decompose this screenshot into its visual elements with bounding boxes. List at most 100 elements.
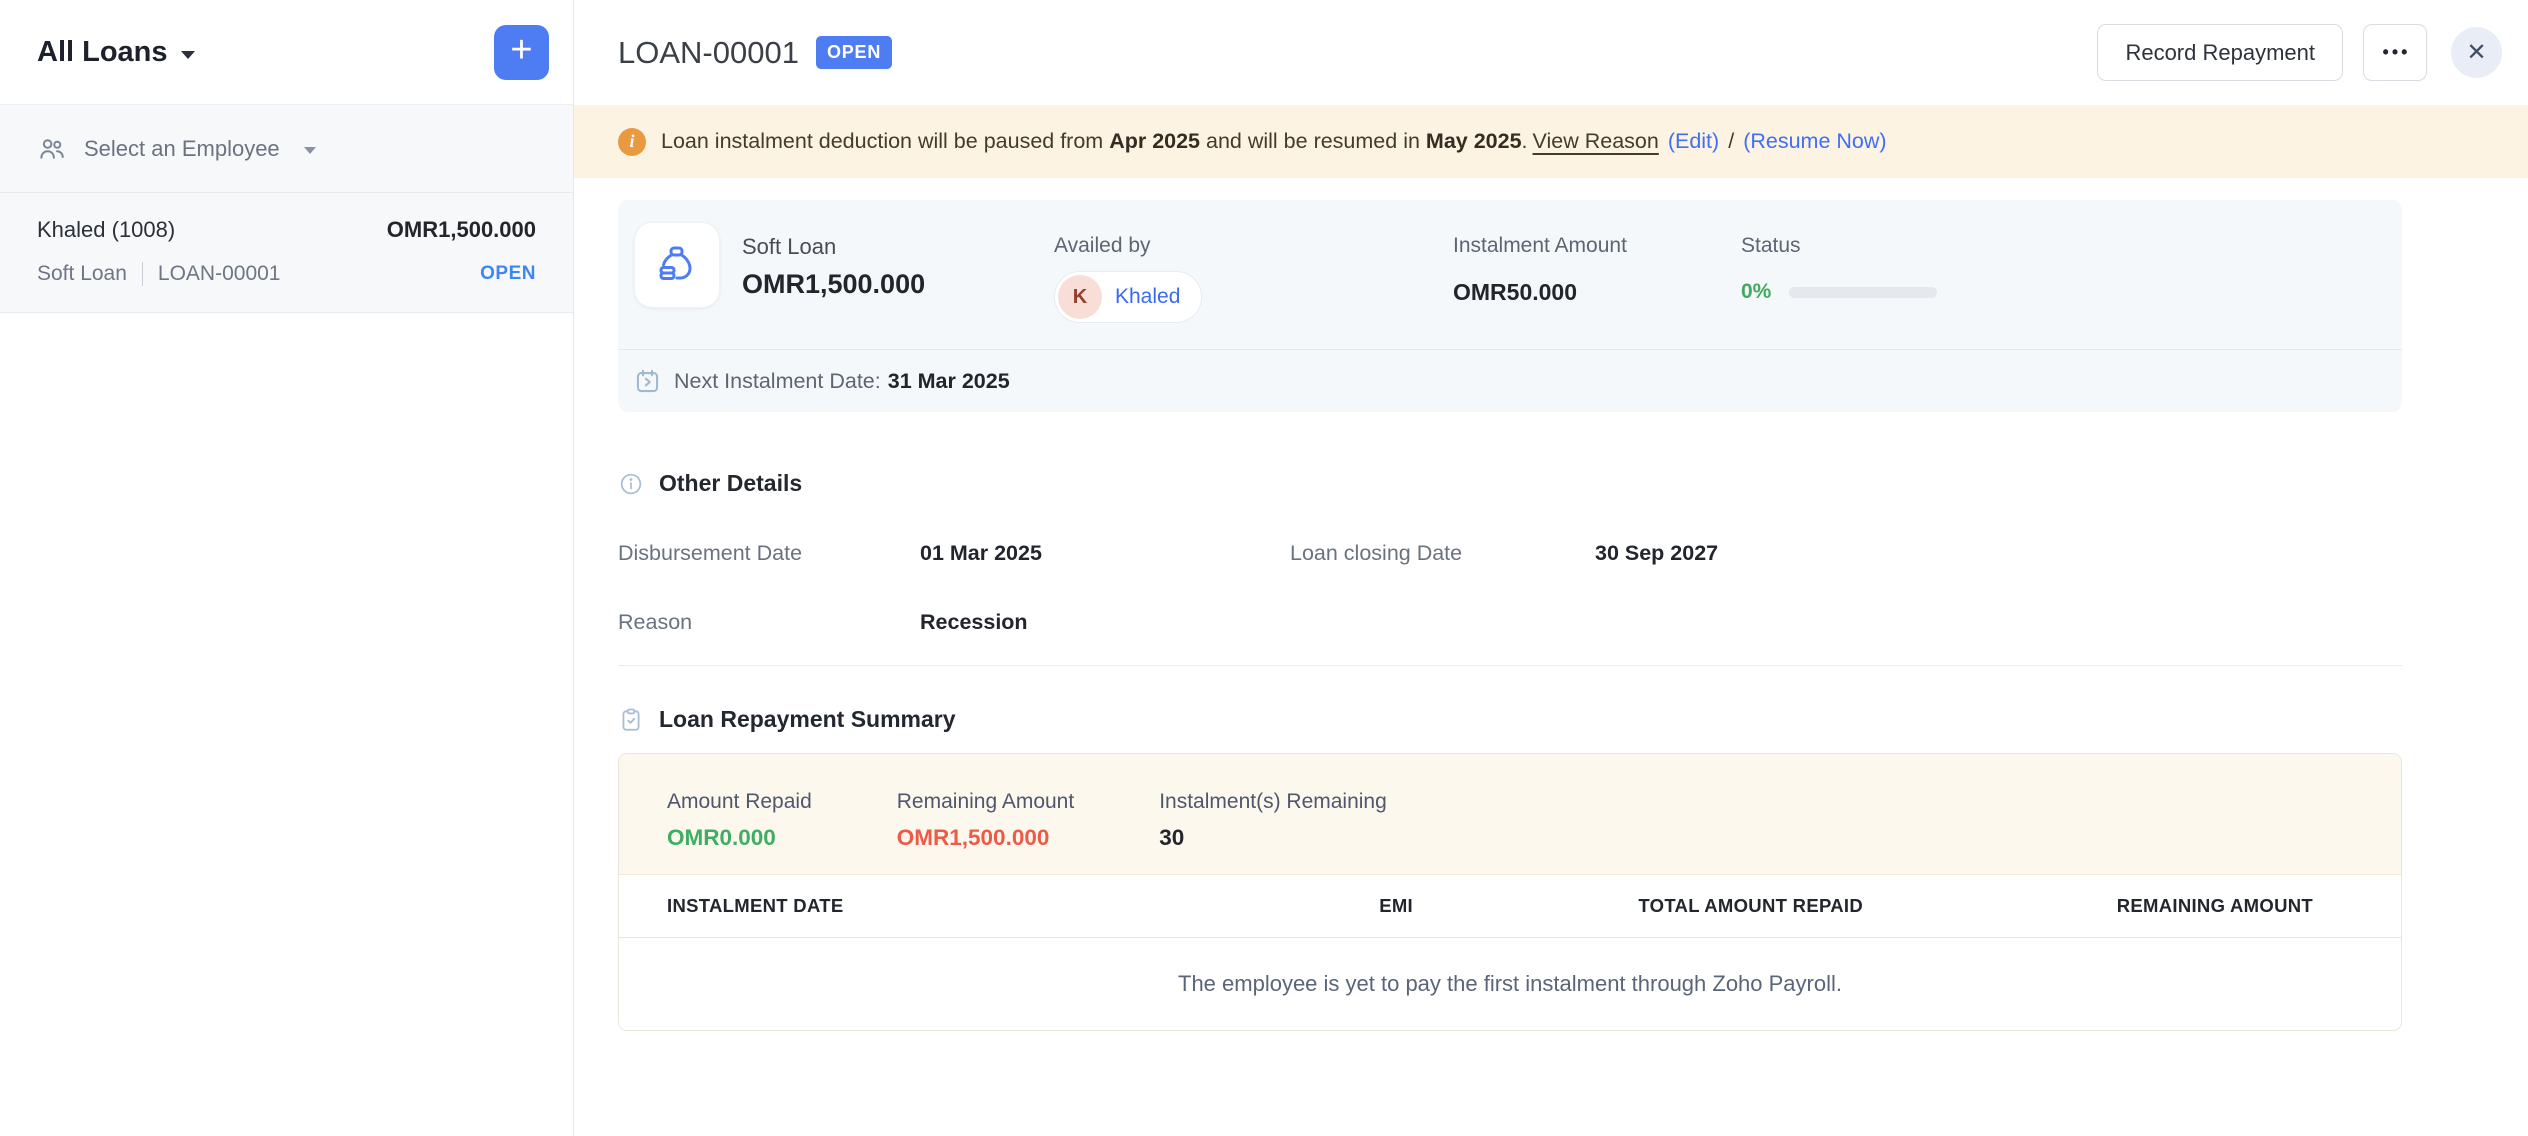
loan-amount: OMR1,500.000 bbox=[742, 269, 1054, 300]
instalment-amount-block: Instalment Amount OMR50.000 bbox=[1453, 222, 1741, 306]
banner-text: Loan instalment deduction will be paused… bbox=[661, 129, 1887, 154]
detail-header: LOAN-00001 OPEN Record Repayment ••• ✕ bbox=[574, 0, 2528, 105]
edit-link[interactable]: (Edit) bbox=[1668, 129, 1719, 153]
loans-sidebar: All Loans + Select an Employee Khaled (1… bbox=[0, 0, 574, 1136]
calendar-next-icon bbox=[634, 368, 661, 395]
pause-notice-banner: i Loan instalment deduction will be paus… bbox=[574, 105, 2528, 178]
loan-item-id: LOAN-00001 bbox=[158, 262, 281, 286]
status-label: Status bbox=[1741, 234, 2382, 258]
add-loan-button[interactable]: + bbox=[494, 25, 549, 80]
availed-by-label: Availed by bbox=[1054, 234, 1453, 258]
avatar: K bbox=[1058, 275, 1102, 319]
banner-resume-month: May 2025 bbox=[1426, 129, 1522, 153]
plus-icon: + bbox=[510, 31, 532, 69]
loan-item-row-secondary: Soft Loan LOAN-00001 OPEN bbox=[37, 262, 536, 286]
record-repayment-button[interactable]: Record Repayment bbox=[2097, 24, 2343, 81]
divider bbox=[142, 262, 143, 286]
next-instalment-date: 31 Mar 2025 bbox=[888, 369, 1010, 394]
chevron-down-icon bbox=[304, 147, 316, 154]
detail-content: Soft Loan OMR1,500.000 Availed by K Khal… bbox=[574, 178, 2528, 1031]
other-details-grid: Disbursement Date 01 Mar 2025 Loan closi… bbox=[618, 541, 2402, 635]
link-separator: / bbox=[1728, 129, 1734, 153]
next-instalment-label: Next Instalment Date: bbox=[674, 369, 881, 394]
loan-detail-panel: LOAN-00001 OPEN Record Repayment ••• ✕ i… bbox=[574, 0, 2528, 1136]
banner-paused-month: Apr 2025 bbox=[1109, 129, 1200, 153]
loan-list-item[interactable]: Khaled (1008) OMR1,500.000 Soft Loan LOA… bbox=[0, 193, 573, 313]
detail-label: Disbursement Date bbox=[618, 541, 920, 566]
instalment-amount-label: Instalment Amount bbox=[1453, 234, 1741, 258]
employee-pill[interactable]: K Khaled bbox=[1054, 271, 1202, 323]
repayment-table-header: INSTALMENT DATE EMI TOTAL AMOUNT REPAID … bbox=[619, 875, 2401, 938]
column-header: EMI bbox=[963, 895, 1413, 917]
column-header: REMAINING AMOUNT bbox=[1863, 895, 2313, 917]
close-button[interactable]: ✕ bbox=[2451, 27, 2502, 78]
stat-label: Instalment(s) Remaining bbox=[1159, 790, 1387, 814]
detail-value: Recession bbox=[920, 610, 1290, 635]
stat-value: 30 bbox=[1159, 825, 1387, 851]
clipboard-check-icon bbox=[618, 707, 644, 733]
loan-item-status: OPEN bbox=[480, 263, 536, 285]
app: All Loans + Select an Employee Khaled (1… bbox=[0, 0, 2528, 1136]
stat-remaining-amount: Remaining Amount OMR1,500.000 bbox=[897, 790, 1074, 851]
repayment-summary-heading: Loan Repayment Summary bbox=[618, 706, 2402, 733]
loan-item-amount: OMR1,500.000 bbox=[387, 217, 536, 243]
loan-icon-box bbox=[634, 222, 720, 308]
employee-filter-label: Select an Employee bbox=[84, 136, 280, 162]
stat-instalments-remaining: Instalment(s) Remaining 30 bbox=[1159, 790, 1387, 851]
repayment-summary-title: Loan Repayment Summary bbox=[659, 706, 956, 733]
loan-summary-top: Soft Loan OMR1,500.000 Availed by K Khal… bbox=[618, 200, 2402, 349]
loan-type-label: Soft Loan bbox=[742, 234, 1054, 260]
other-details-section: Other Details Disbursement Date 01 Mar 2… bbox=[618, 470, 2402, 635]
banner-period: . bbox=[1522, 129, 1528, 153]
stat-amount-repaid: Amount Repaid OMR0.000 bbox=[667, 790, 812, 851]
resume-now-link[interactable]: (Resume Now) bbox=[1743, 129, 1886, 153]
column-header: INSTALMENT DATE bbox=[667, 895, 963, 917]
other-details-heading: Other Details bbox=[618, 470, 2402, 497]
next-instalment-row: Next Instalment Date: 31 Mar 2025 bbox=[618, 350, 2402, 412]
other-details-title: Other Details bbox=[659, 470, 802, 497]
page-title: LOAN-00001 bbox=[618, 35, 799, 71]
sidebar-header: All Loans + bbox=[0, 0, 573, 105]
stat-value: OMR0.000 bbox=[667, 825, 812, 851]
detail-value: 01 Mar 2025 bbox=[920, 541, 1290, 566]
progress-percent: 0% bbox=[1741, 280, 1771, 304]
ellipsis-icon: ••• bbox=[2383, 42, 2411, 63]
progress-bar bbox=[1789, 287, 1937, 298]
status-badge: OPEN bbox=[816, 36, 892, 69]
close-icon: ✕ bbox=[2466, 38, 2486, 67]
loan-type-amount: Soft Loan OMR1,500.000 bbox=[742, 222, 1054, 300]
repayment-stats: Amount Repaid OMR0.000 Remaining Amount … bbox=[619, 754, 2401, 875]
banner-text-prefix: Loan instalment deduction will be paused… bbox=[661, 129, 1109, 153]
loan-item-employee: Khaled (1008) bbox=[37, 217, 175, 243]
detail-label: Loan closing Date bbox=[1290, 541, 1595, 566]
loan-item-row-primary: Khaled (1008) OMR1,500.000 bbox=[37, 217, 536, 243]
loan-item-type: Soft Loan bbox=[37, 262, 127, 286]
loan-summary-card: Soft Loan OMR1,500.000 Availed by K Khal… bbox=[618, 200, 2402, 412]
more-options-button[interactable]: ••• bbox=[2363, 24, 2427, 81]
section-divider bbox=[618, 665, 2402, 666]
view-reason-link[interactable]: View Reason bbox=[1533, 129, 1659, 153]
people-icon bbox=[37, 134, 67, 164]
repayment-summary-section: Loan Repayment Summary Amount Repaid OMR… bbox=[618, 706, 2402, 1031]
employee-filter-dropdown[interactable]: Select an Employee bbox=[0, 105, 573, 193]
header-actions: Record Repayment ••• ✕ bbox=[2097, 24, 2502, 81]
info-badge-icon bbox=[618, 471, 644, 497]
stat-label: Amount Repaid bbox=[667, 790, 812, 814]
empty-state-message: The employee is yet to pay the first ins… bbox=[619, 938, 2401, 1030]
stat-value: OMR1,500.000 bbox=[897, 825, 1074, 851]
chevron-down-icon bbox=[181, 51, 195, 59]
column-header: TOTAL AMOUNT REPAID bbox=[1413, 895, 1863, 917]
stat-label: Remaining Amount bbox=[897, 790, 1074, 814]
detail-value: 30 Sep 2027 bbox=[1595, 541, 2402, 566]
repayment-summary-card: Amount Repaid OMR0.000 Remaining Amount … bbox=[618, 753, 2402, 1031]
instalment-amount-value: OMR50.000 bbox=[1453, 279, 1741, 306]
sidebar-title: All Loans bbox=[37, 36, 168, 69]
employee-name-link: Khaled bbox=[1115, 285, 1180, 309]
info-icon: i bbox=[618, 128, 646, 156]
status-block: Status 0% bbox=[1741, 222, 2382, 304]
money-bag-icon bbox=[653, 241, 701, 289]
availed-by-block: Availed by K Khaled bbox=[1054, 222, 1453, 323]
loans-filter-dropdown[interactable]: All Loans bbox=[37, 36, 195, 69]
detail-label: Reason bbox=[618, 610, 920, 635]
banner-text-middle: and will be resumed in bbox=[1200, 129, 1426, 153]
